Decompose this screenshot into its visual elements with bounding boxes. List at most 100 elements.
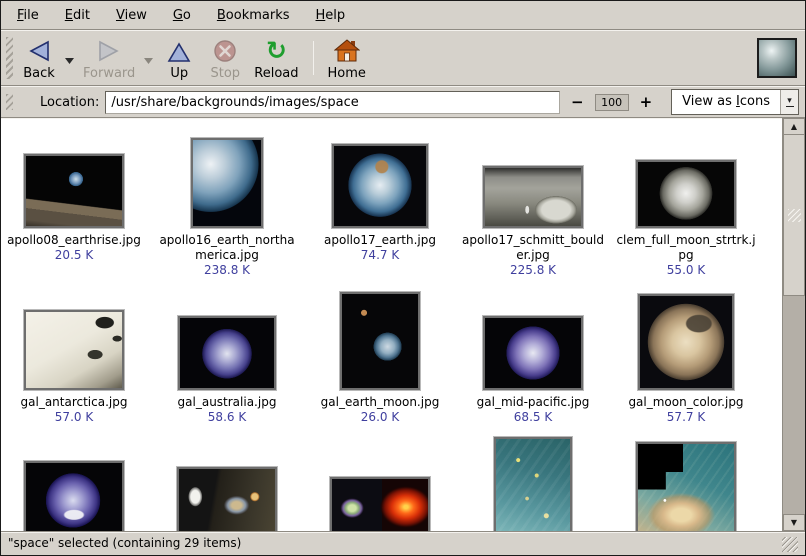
file-thumbnail[interactable] — [638, 294, 734, 390]
file-item[interactable] — [1, 437, 147, 531]
scroll-down-button[interactable]: ▼ — [783, 514, 805, 531]
view-as-dropdown[interactable]: View as Icons ▾ — [671, 89, 799, 115]
file-name: gal_australia.jpg — [154, 395, 300, 410]
forward-label: Forward — [83, 66, 135, 81]
up-arrow-icon — [167, 37, 191, 63]
window-resize-grip[interactable] — [782, 537, 798, 552]
file-name: gal_earth_moon.jpg — [307, 395, 453, 410]
zoom-in-button[interactable]: + — [635, 93, 658, 111]
reload-label: Reload — [254, 66, 298, 81]
file-thumbnail[interactable] — [24, 461, 124, 531]
up-label: Up — [170, 66, 188, 81]
throbber-globe-icon — [757, 38, 797, 78]
vertical-scrollbar[interactable]: ▲ ▼ — [782, 118, 805, 531]
file-thumbnail[interactable] — [636, 442, 736, 531]
view-as-label: View as Icons — [672, 90, 780, 114]
forward-button[interactable]: Forward — [77, 34, 141, 83]
zoom-level-indicator: 100 — [595, 94, 629, 111]
file-thumbnail[interactable] — [178, 316, 276, 390]
file-thumbnail[interactable] — [24, 310, 124, 390]
file-item[interactable]: gal_mid-pacific.jpg 68.5 K — [460, 290, 606, 425]
file-item[interactable] — [154, 437, 300, 531]
menu-bookmarks[interactable]: Bookmarks — [205, 3, 302, 28]
file-item[interactable]: apollo17_schmitt_boulder.jpg 225.8 K — [460, 136, 606, 278]
file-item[interactable] — [460, 437, 606, 531]
menu-help[interactable]: Help — [304, 3, 358, 28]
file-item[interactable]: gal_earth_moon.jpg 26.0 K — [307, 290, 453, 425]
file-thumbnail[interactable] — [636, 160, 736, 228]
file-item[interactable] — [613, 437, 759, 531]
scrollbar-track[interactable] — [783, 296, 805, 514]
file-name: apollo17_schmitt_boulder.jpg — [460, 233, 606, 263]
dropdown-arrow-icon: ▾ — [780, 90, 798, 114]
up-button[interactable]: Up — [156, 34, 202, 83]
location-bar: Location: − 100 + View as Icons ▾ — [1, 86, 805, 118]
file-manager-window: File Edit View Go Bookmarks Help Back Fo… — [0, 0, 806, 556]
toolbar: Back Forward Up — [1, 30, 805, 86]
file-item[interactable]: apollo08_earthrise.jpg 20.5 K — [1, 136, 147, 263]
location-bar-drag-handle[interactable] — [6, 94, 13, 110]
status-bar: "space" selected (containing 29 items) — [1, 532, 805, 553]
back-icon — [27, 37, 51, 63]
file-size: 58.6 K — [154, 410, 300, 425]
home-icon — [334, 37, 360, 63]
file-name: apollo17_earth.jpg — [307, 233, 453, 248]
chevron-down-icon — [144, 58, 153, 64]
forward-icon — [97, 37, 121, 63]
forward-history-dropdown[interactable] — [141, 58, 156, 64]
zoom-out-button[interactable]: − — [566, 93, 589, 111]
stop-icon — [213, 37, 237, 63]
menu-go[interactable]: Go — [161, 3, 203, 28]
menu-file[interactable]: File — [5, 3, 51, 28]
menu-edit[interactable]: Edit — [53, 3, 102, 28]
scrollbar-thumb[interactable] — [783, 135, 805, 296]
back-label: Back — [23, 66, 55, 81]
file-item[interactable]: gal_antarctica.jpg 57.0 K — [1, 290, 147, 425]
file-item[interactable]: gal_moon_color.jpg 57.7 K — [613, 290, 759, 425]
scrollbar-grip — [788, 209, 801, 222]
chevron-down-icon — [65, 58, 74, 64]
file-item[interactable]: clem_full_moon_strtrk.jpg 55.0 K — [613, 136, 759, 278]
back-button[interactable]: Back — [16, 34, 62, 83]
file-size: 68.5 K — [460, 410, 606, 425]
icon-view[interactable]: apollo08_earthrise.jpg 20.5 K apollo16_e… — [1, 118, 782, 531]
home-label: Home — [328, 66, 366, 81]
scroll-up-button[interactable]: ▲ — [783, 118, 805, 135]
file-thumbnail[interactable] — [177, 467, 277, 531]
location-input[interactable] — [105, 91, 560, 114]
location-label: Location: — [40, 95, 99, 110]
file-thumbnail[interactable] — [494, 437, 572, 531]
file-thumbnail[interactable] — [191, 138, 263, 228]
reload-button[interactable]: ↻ Reload — [248, 34, 304, 83]
file-item[interactable]: gal_australia.jpg 58.6 K — [154, 290, 300, 425]
stop-label: Stop — [211, 66, 241, 81]
file-thumbnail[interactable] — [332, 144, 428, 228]
file-size: 26.0 K — [307, 410, 453, 425]
file-size: 20.5 K — [1, 248, 147, 263]
file-name: apollo08_earthrise.jpg — [1, 233, 147, 248]
file-thumbnail[interactable] — [330, 477, 430, 531]
toolbar-separator — [313, 41, 314, 75]
file-item[interactable]: apollo16_earth_northamerica.jpg 238.8 K — [154, 136, 300, 278]
file-thumbnail[interactable] — [483, 166, 583, 228]
menu-bar: File Edit View Go Bookmarks Help — [1, 1, 805, 30]
stop-button[interactable]: Stop — [202, 34, 248, 83]
back-history-dropdown[interactable] — [62, 58, 77, 64]
file-thumbnail[interactable] — [483, 316, 583, 390]
toolbar-drag-handle[interactable] — [6, 37, 13, 79]
file-item[interactable] — [307, 437, 453, 531]
file-size: 238.8 K — [154, 263, 300, 278]
file-thumbnail[interactable] — [24, 154, 124, 228]
status-text: "space" selected (containing 29 items) — [8, 536, 782, 550]
file-size: 57.7 K — [613, 410, 759, 425]
file-item[interactable]: apollo17_earth.jpg 74.7 K — [307, 136, 453, 263]
file-name: apollo16_earth_northamerica.jpg — [154, 233, 300, 263]
file-size: 74.7 K — [307, 248, 453, 263]
file-size: 57.0 K — [1, 410, 147, 425]
file-name: gal_mid-pacific.jpg — [460, 395, 606, 410]
file-size: 225.8 K — [460, 263, 606, 278]
file-thumbnail[interactable] — [340, 292, 420, 390]
home-button[interactable]: Home — [322, 34, 372, 83]
reload-icon: ↻ — [266, 37, 287, 63]
menu-view[interactable]: View — [104, 3, 159, 28]
